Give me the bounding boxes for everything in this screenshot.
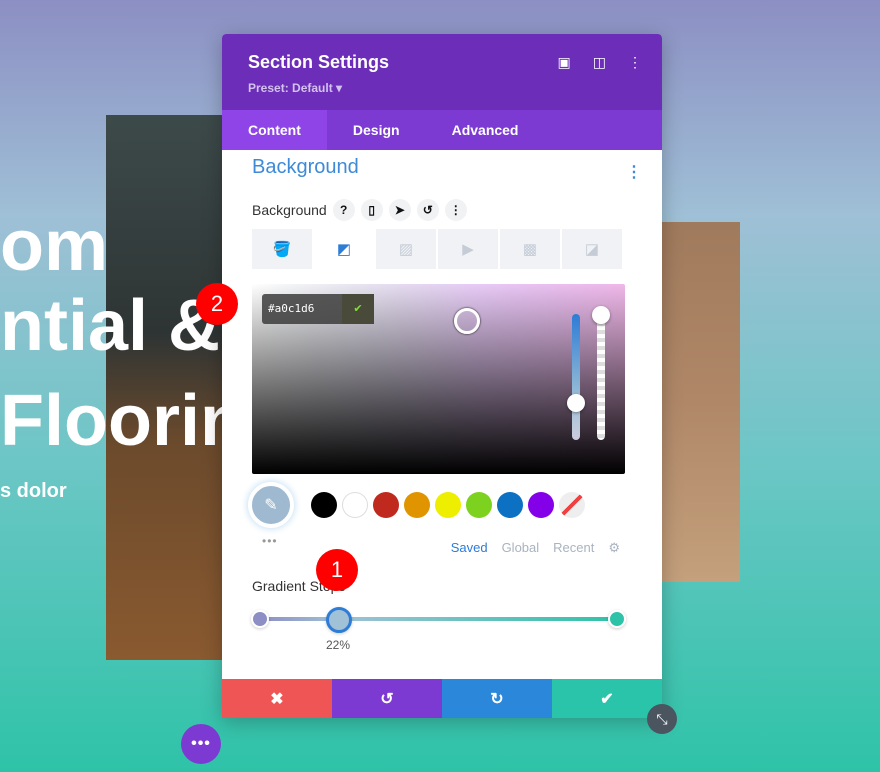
swatch[interactable]	[342, 492, 368, 518]
transparent-swatch[interactable]	[559, 492, 585, 518]
more-vertical-icon[interactable]: ⋮	[628, 54, 642, 71]
swatch[interactable]	[435, 492, 461, 518]
eyedropper-icon[interactable]: ✎	[248, 482, 294, 528]
opacity-slider[interactable]	[597, 314, 605, 440]
preset-dropdown[interactable]: Preset: Default ▾	[248, 81, 636, 95]
more-swatches-icon[interactable]: •••	[262, 534, 278, 548]
tab-design[interactable]: Design	[327, 110, 426, 150]
background-pattern-tab-icon[interactable]: ▩	[500, 229, 560, 269]
palette-tab-recent[interactable]: Recent	[553, 540, 594, 556]
background-image-tab-icon[interactable]: ▨	[376, 229, 436, 269]
focus-icon[interactable]: ▣	[558, 54, 571, 71]
undo-button[interactable]: ↺	[332, 679, 442, 718]
background-photo-floor	[655, 222, 740, 582]
cancel-button[interactable]: ✖	[222, 679, 332, 718]
more-options-button[interactable]: •••	[181, 724, 221, 764]
hue-slider-handle[interactable]	[567, 394, 585, 412]
gradient-stop-selected[interactable]	[326, 607, 352, 633]
swatch[interactable]	[528, 492, 554, 518]
section-title[interactable]: Background	[252, 156, 632, 179]
palette-tab-global[interactable]: Global	[502, 540, 540, 556]
section-settings-panel: Section Settings Preset: Default ▾ ▣ ◫ ⋮…	[222, 34, 662, 718]
tab-advanced[interactable]: Advanced	[426, 110, 545, 150]
hover-cursor-icon[interactable]: ➤	[388, 199, 411, 221]
reset-icon[interactable]: ↺	[416, 199, 439, 221]
swatch[interactable]	[497, 492, 523, 518]
confirm-check-icon[interactable]: ✔	[342, 294, 374, 324]
background-label: Background	[252, 202, 327, 218]
more-options-icon[interactable]: ⋮	[444, 199, 467, 221]
swatch[interactable]	[404, 492, 430, 518]
resize-icon[interactable]: ⤡	[647, 704, 677, 734]
background-gradient-tab-icon[interactable]: ◩	[314, 229, 374, 269]
hero-text: om	[0, 206, 108, 286]
panel-header[interactable]: Section Settings Preset: Default ▾ ▣ ◫ ⋮	[222, 34, 662, 110]
panel-footer: ✖ ↺ ↻ ✔	[222, 679, 662, 718]
save-button[interactable]: ✔	[552, 679, 662, 718]
hero-text: ntial &	[0, 286, 221, 366]
background-mask-tab-icon[interactable]: ◪	[562, 229, 622, 269]
swatch[interactable]	[373, 492, 399, 518]
tab-content[interactable]: Content	[222, 110, 327, 150]
annotation-badge-2: 2	[196, 283, 238, 325]
color-picker-area[interactable]: #a0c1d6 ✔	[252, 284, 625, 474]
swatch[interactable]	[311, 492, 337, 518]
palette-tab-saved[interactable]: Saved	[451, 540, 488, 556]
gradient-stop[interactable]	[251, 610, 269, 628]
color-cursor[interactable]	[454, 308, 480, 334]
hex-input[interactable]: #a0c1d6 ✔	[262, 294, 374, 324]
background-color-tab-icon[interactable]: 🪣	[252, 229, 312, 269]
hue-slider[interactable]	[572, 314, 580, 440]
tabs: Content Design Advanced	[222, 110, 662, 150]
hero-subtext: s dolor	[0, 480, 67, 502]
background-video-tab-icon[interactable]: ▶	[438, 229, 498, 269]
gradient-stop[interactable]	[608, 610, 626, 628]
stop-position-label: 22%	[326, 638, 351, 652]
split-view-icon[interactable]: ◫	[593, 54, 606, 71]
opacity-slider-handle[interactable]	[592, 306, 610, 324]
help-icon[interactable]: ?	[332, 199, 355, 221]
swatch[interactable]	[466, 492, 492, 518]
section-more-icon[interactable]: ⋮	[626, 162, 642, 182]
redo-button[interactable]: ↻	[442, 679, 552, 718]
mobile-icon[interactable]: ▯	[360, 199, 383, 221]
annotation-badge-1: 1	[316, 549, 358, 591]
gradient-track[interactable]	[260, 617, 618, 621]
gear-icon[interactable]: ⚙	[608, 540, 620, 556]
